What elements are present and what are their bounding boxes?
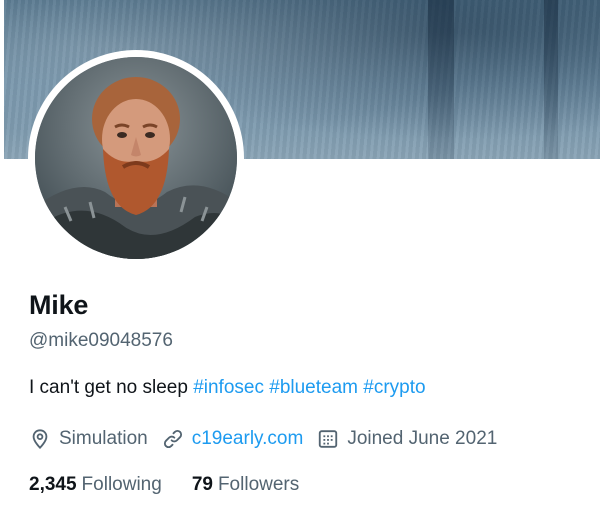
banner-streak (544, 0, 558, 159)
bio-text: I can't get no sleep (29, 377, 188, 398)
website[interactable]: c19early.com (162, 428, 304, 450)
following-count: 2,345 (29, 474, 77, 495)
followers-count: 79 (191, 474, 213, 495)
following-link[interactable]: 2,345 Following (29, 474, 162, 496)
calendar-icon (319, 430, 338, 448)
following-label: Following (81, 474, 162, 495)
avatar-image (35, 57, 237, 259)
hashtag-infosec[interactable]: #infosec (193, 377, 264, 398)
profile-bio: I can't get no sleep #infosec #blueteam … (29, 377, 426, 399)
website-link[interactable]: c19early.com (192, 428, 304, 450)
hashtag-blueteam[interactable]: #blueteam (269, 377, 358, 398)
location-text: Simulation (59, 428, 148, 449)
hashtag-crypto[interactable]: #crypto (363, 377, 425, 398)
location: Simulation (29, 428, 148, 450)
join-date-text: Joined June 2021 (347, 428, 498, 449)
banner-streak (428, 0, 454, 159)
profile-handle: @mike09048576 (29, 330, 173, 351)
link-icon (163, 429, 182, 449)
profile-stats: 2,345 Following 79 Followers (29, 474, 329, 496)
profile-name: Mike (29, 290, 89, 320)
join-date: Joined June 2021 (317, 428, 497, 450)
avatar[interactable] (35, 57, 237, 259)
followers-label: Followers (217, 474, 300, 495)
location-pin-icon (32, 429, 48, 450)
followers-link[interactable]: 79 Followers (192, 474, 299, 496)
profile-meta: Simulation c19early.com Joined June 2021 (29, 425, 511, 453)
